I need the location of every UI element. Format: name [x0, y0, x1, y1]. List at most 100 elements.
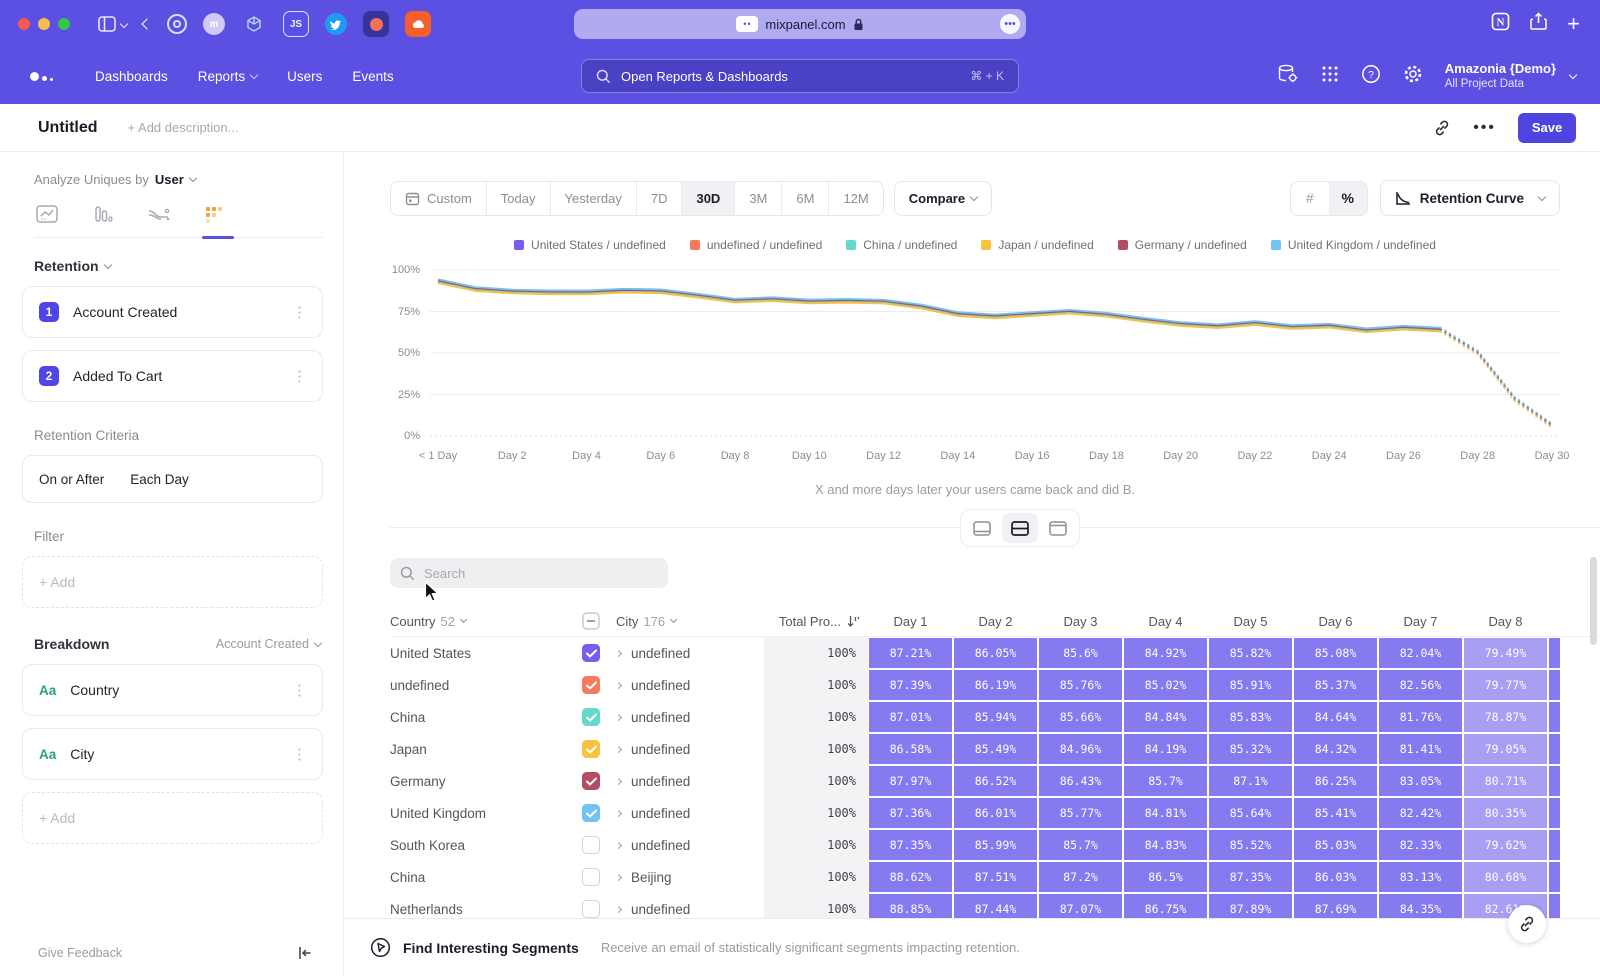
retention-cell[interactable]: 85.94%	[954, 702, 1037, 732]
retention-cell[interactable]: 85.52%	[1209, 830, 1292, 860]
retention-cell[interactable]: 87.97%	[869, 766, 952, 796]
format-absolute-button[interactable]: #	[1291, 182, 1329, 215]
retention-cell[interactable]: 85.6%	[1039, 638, 1122, 668]
column-day-6[interactable]: Day 6	[1293, 614, 1378, 629]
retention-cell[interactable]: 84.84%	[1124, 702, 1207, 732]
retention-cell[interactable]: 86.19%	[954, 670, 1037, 700]
retention-cell[interactable]: 85.49%	[954, 734, 1037, 764]
retention-cell[interactable]: 84.96%	[1039, 734, 1122, 764]
range-30d[interactable]: 30D	[681, 182, 734, 215]
expand-row-icon[interactable]	[615, 713, 622, 720]
cell-city[interactable]: Beijing	[616, 870, 764, 885]
share-icon[interactable]	[1530, 12, 1547, 36]
close-window-button[interactable]	[18, 18, 30, 30]
tab-insights-icon[interactable]	[34, 203, 60, 227]
new-tab-icon[interactable]: +	[1567, 13, 1580, 35]
select-all-checkbox[interactable]	[582, 612, 616, 630]
extension-product-icon[interactable]	[363, 11, 389, 37]
expand-row-icon[interactable]	[615, 873, 622, 880]
retention-cell[interactable]: 86.05%	[954, 638, 1037, 668]
retention-cell[interactable]: 85.02%	[1124, 670, 1207, 700]
cell-city[interactable]: undefined	[616, 774, 764, 789]
extension-bird-icon[interactable]	[325, 13, 347, 35]
range-3m[interactable]: 3M	[734, 182, 781, 215]
retention-cell[interactable]: 83.13%	[1379, 862, 1462, 892]
column-day-3[interactable]: Day 3	[1038, 614, 1123, 629]
notion-extension-icon[interactable]: N	[1491, 12, 1510, 36]
column-day-2[interactable]: Day 2	[953, 614, 1038, 629]
retention-cell[interactable]: 79.05%	[1464, 734, 1547, 764]
mixpanel-logo-icon[interactable]	[30, 72, 53, 81]
expand-row-icon[interactable]	[615, 649, 622, 656]
retention-cell[interactable]: 82.42%	[1379, 798, 1462, 828]
cell-country[interactable]: China	[390, 710, 582, 725]
legend-item[interactable]: China / undefined	[846, 238, 957, 252]
retention-cell[interactable]: 87.39%	[869, 670, 952, 700]
expand-row-icon[interactable]	[615, 809, 622, 816]
retention-cell[interactable]: 85.77%	[1039, 798, 1122, 828]
nav-reports[interactable]: Reports	[198, 69, 257, 84]
add-breakdown-button[interactable]: + Add	[22, 792, 323, 844]
project-switcher[interactable]: Amazonia {Demo}All Project Data	[1445, 61, 1576, 92]
more-options-icon[interactable]: •••	[1473, 119, 1496, 137]
cell-country[interactable]: Netherlands	[390, 902, 582, 917]
legend-item[interactable]: Japan / undefined	[981, 238, 1093, 252]
range-12m[interactable]: 12M	[828, 182, 882, 215]
retention-cell[interactable]: 84.64%	[1294, 702, 1377, 732]
row-checkbox[interactable]	[582, 868, 616, 886]
retention-cell[interactable]: 84.81%	[1124, 798, 1207, 828]
retention-cell[interactable]: 85.7%	[1039, 830, 1122, 860]
cell-country[interactable]: Japan	[390, 742, 582, 757]
row-checkbox[interactable]	[582, 900, 616, 918]
retention-cell[interactable]: 80.35%	[1464, 798, 1547, 828]
cell-country[interactable]: United Kingdom	[390, 806, 582, 821]
column-day-8[interactable]: Day 8	[1463, 614, 1548, 629]
retention-criteria-card[interactable]: On or After Each Day	[22, 455, 323, 503]
expand-row-icon[interactable]	[615, 681, 622, 688]
window-controls[interactable]	[18, 18, 70, 30]
row-checkbox[interactable]	[582, 740, 616, 758]
line-chart[interactable]	[430, 264, 1560, 444]
extension-cloud-icon[interactable]	[405, 11, 431, 37]
chart-type-dropdown[interactable]: Retention Curve	[1380, 180, 1560, 216]
global-search-input[interactable]: Open Reports & Dashboards ⌘ + K	[581, 59, 1019, 93]
nav-dashboards[interactable]: Dashboards	[95, 69, 168, 84]
address-bar[interactable]: •• mixpanel.com •••	[574, 9, 1026, 39]
tab-retention-icon[interactable]	[202, 203, 228, 227]
range-today[interactable]: Today	[486, 182, 550, 215]
floating-share-link-button[interactable]	[1508, 905, 1546, 943]
back-icon[interactable]	[143, 15, 151, 33]
row-checkbox[interactable]	[582, 772, 616, 790]
cell-country[interactable]: China	[390, 870, 582, 885]
retention-cell[interactable]: 85.66%	[1039, 702, 1122, 732]
retention-cell[interactable]: 85.32%	[1209, 734, 1292, 764]
expand-row-icon[interactable]	[615, 841, 622, 848]
collapse-sidebar-icon[interactable]	[297, 946, 313, 960]
column-total-sort[interactable]: Total Pro...	[764, 614, 868, 629]
retention-cell[interactable]: 86.25%	[1294, 766, 1377, 796]
column-day-4[interactable]: Day 4	[1123, 614, 1208, 629]
cell-country[interactable]: South Korea	[390, 838, 582, 853]
save-button[interactable]: Save	[1518, 113, 1576, 143]
retention-cell[interactable]: 80.71%	[1464, 766, 1547, 796]
segments-title[interactable]: Find Interesting Segments	[403, 940, 579, 956]
retention-cell[interactable]: 88.62%	[869, 862, 952, 892]
breakdown-city[interactable]: Aa City ⋮	[22, 728, 323, 780]
range-yesterday[interactable]: Yesterday	[550, 182, 636, 215]
retention-cell[interactable]: 85.37%	[1294, 670, 1377, 700]
help-icon[interactable]: ?	[1361, 64, 1381, 89]
breakdown-country[interactable]: Aa Country ⋮	[22, 664, 323, 716]
cell-city[interactable]: undefined	[616, 806, 764, 821]
retention-cell[interactable]: 85.82%	[1209, 638, 1292, 668]
data-management-icon[interactable]	[1277, 64, 1299, 89]
breakdown-applies-to-dropdown[interactable]: Account Created	[216, 637, 321, 651]
copy-link-icon[interactable]	[1433, 119, 1451, 137]
retention-section-header[interactable]: Retention	[34, 258, 323, 274]
retention-cell[interactable]: 85.08%	[1294, 638, 1377, 668]
layout-split-button[interactable]	[1002, 513, 1038, 543]
retention-cell[interactable]: 85.64%	[1209, 798, 1292, 828]
settings-gear-icon[interactable]	[1403, 64, 1423, 89]
cell-city[interactable]: undefined	[616, 710, 764, 725]
range-6m[interactable]: 6M	[781, 182, 828, 215]
add-description[interactable]: + Add description...	[128, 120, 239, 135]
